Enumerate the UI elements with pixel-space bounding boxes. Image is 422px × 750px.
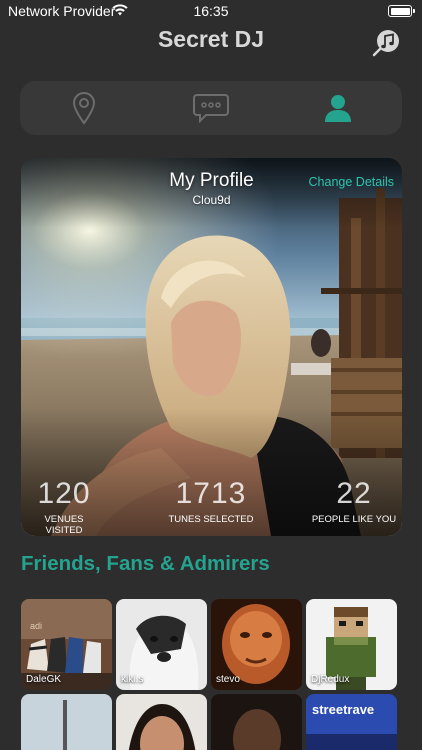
stat-value: 22 (336, 477, 372, 510)
friend-tile[interactable]: kiki.s (116, 599, 207, 690)
friend-name: kiki.s (121, 674, 144, 685)
friend-name: DjRedux (311, 674, 350, 685)
tab-profile[interactable] (274, 81, 401, 135)
tab-chat[interactable] (147, 81, 274, 135)
friend-avatar (116, 694, 207, 750)
friend-avatar (211, 694, 302, 750)
stat-label: PEOPLE LIKE YOU (311, 514, 397, 525)
friend-tile[interactable]: adi DaleGK (21, 599, 112, 690)
friend-tile[interactable] (211, 694, 302, 750)
friend-tile[interactable]: stevo (211, 599, 302, 690)
friend-tile[interactable] (116, 694, 207, 750)
battery-icon (388, 5, 415, 17)
friend-avatar (21, 694, 112, 750)
tab-venues[interactable] (20, 81, 147, 135)
music-note-icon (372, 30, 399, 57)
speech-bubble-icon (192, 94, 229, 123)
music-note-button[interactable] (372, 28, 402, 58)
friend-tile[interactable]: DjRedux (306, 599, 397, 690)
stat-label: VENUES VISITED (44, 514, 84, 536)
change-details-link[interactable]: Change Details (309, 175, 394, 189)
tab-bar (20, 81, 402, 135)
friend-name: stevo (216, 674, 240, 685)
stat-people-like-you: 22 PEOPLE LIKE YOU (311, 477, 397, 526)
friends-heading: Friends, Fans & Admirers (21, 552, 270, 575)
svg-text:streetrave: streetrave (312, 702, 374, 717)
stat-venues-visited: 120 VENUES VISITED (25, 477, 103, 537)
map-pin-icon (72, 92, 95, 125)
profile-username: Clou9d (192, 193, 231, 207)
profile-card: My Profile Clou9d Change Details 120 VEN… (21, 158, 402, 536)
svg-text:adi: adi (30, 621, 42, 631)
friend-tile[interactable] (21, 694, 112, 750)
friend-name: DaleGK (26, 674, 62, 685)
clock: 16:35 (193, 3, 229, 19)
app-title: Secret DJ (157, 26, 265, 52)
stat-label: TUNES SELECTED (168, 514, 254, 525)
person-icon (324, 95, 351, 122)
stat-value: 1713 (175, 477, 247, 510)
stat-value: 120 (37, 477, 91, 510)
friend-avatar: streetrave (306, 694, 397, 750)
stat-tunes-selected: 1713 TUNES SELECTED (161, 477, 261, 526)
friend-tile[interactable]: streetrave (306, 694, 397, 750)
status-bar: Network Provider 16:35 (0, 0, 422, 22)
